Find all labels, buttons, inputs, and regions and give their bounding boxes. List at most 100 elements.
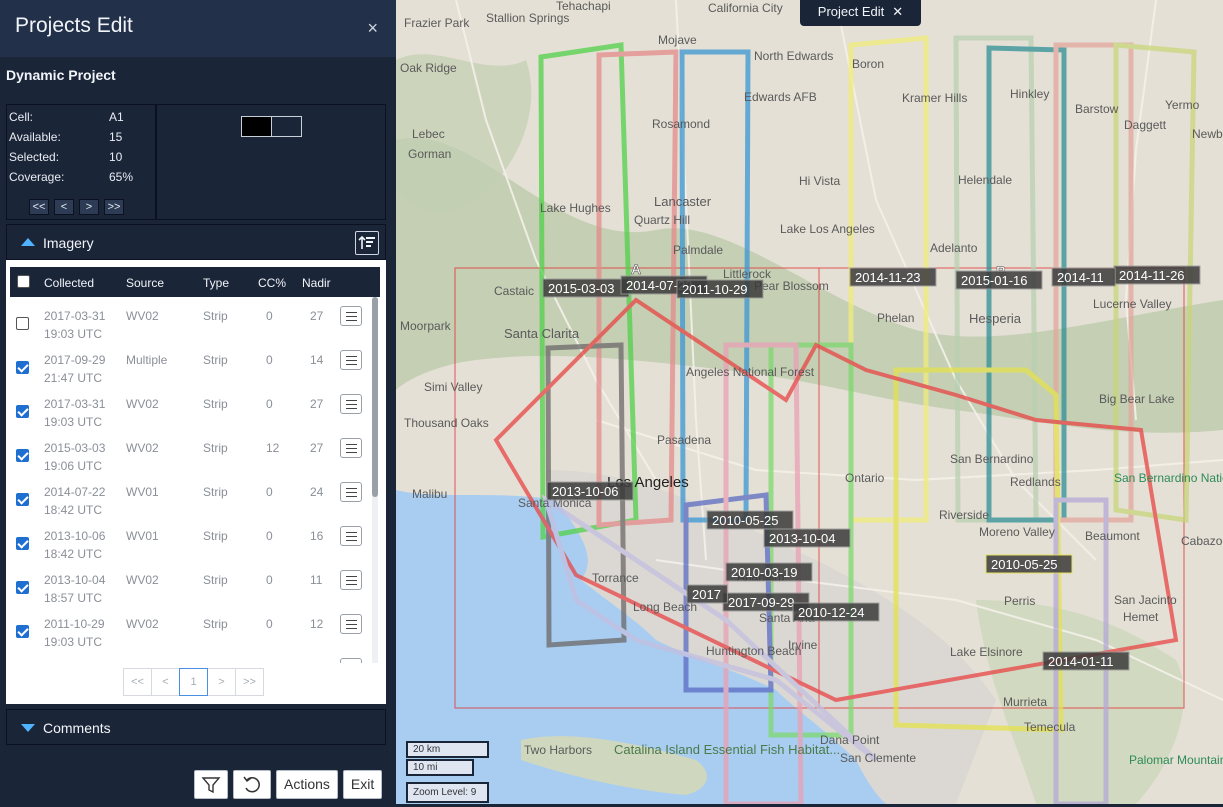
table-row[interactable]: 2017-03-31 19:03 UTC WV02 Strip 0 27 — [10, 387, 374, 431]
footprint-date-label[interactable]: 2010-03-19 — [725, 562, 813, 582]
footprint-date-label[interactable]: 2010-12-24 — [792, 602, 880, 622]
footprint-date-label[interactable]: 2014-11-23 — [849, 267, 937, 287]
row-menu-button[interactable] — [340, 394, 362, 414]
footprint-label-text: 2013-10-06 — [552, 484, 619, 499]
footprint-date-label[interactable]: 2010-05-25 — [985, 554, 1073, 574]
col-collected[interactable]: Collected — [44, 276, 94, 290]
reset-button[interactable] — [233, 770, 271, 799]
place-label: Temecula — [1024, 720, 1076, 734]
scale-mi: 10 mi — [406, 759, 474, 776]
col-cc[interactable]: CC% — [258, 276, 286, 290]
place-label: Castaic — [494, 284, 534, 298]
grid-cell[interactable] — [271, 116, 302, 137]
table-row[interactable]: 2013-10-06 18:42 UTC WV01 Strip 0 16 — [10, 519, 374, 563]
collected-time: 19:03 UTC — [44, 327, 103, 341]
cc-cell: 12 — [266, 441, 280, 455]
footprint-date-label[interactable]: 2010-05-25 — [706, 510, 794, 530]
row-menu-button[interactable] — [340, 438, 362, 458]
grid-cell-selected[interactable] — [241, 116, 272, 137]
cc-cell: 0 — [266, 529, 273, 543]
next-cell-button[interactable]: > — [79, 199, 99, 215]
row-menu-button[interactable] — [340, 482, 362, 502]
close-icon[interactable]: × — [367, 18, 378, 39]
filter-button[interactable] — [194, 770, 228, 799]
table-row[interactable]: 2017-09-29 21:47 UTC Multiple Strip 0 14 — [10, 343, 374, 387]
map-canvas[interactable]: Tehachapi California City Stallion Sprin… — [396, 0, 1223, 804]
footprint-date-label[interactable]: 2013-10-06 — [546, 481, 634, 501]
row-checkbox[interactable] — [16, 625, 29, 638]
col-type[interactable]: Type — [203, 276, 229, 290]
prev-page-button[interactable]: < — [151, 668, 180, 696]
table-row[interactable]: 2014-07-22 18:42 UTC WV01 Strip 0 24 — [10, 475, 374, 519]
footprint-date-label[interactable]: 2015-01-16 — [955, 270, 1043, 290]
place-label: Big Bear Lake — [1099, 392, 1175, 406]
place-label: Gorman — [408, 147, 451, 161]
chip-label: Project Edit — [817, 4, 885, 19]
scrollbar-thumb[interactable] — [372, 297, 378, 497]
footprint-date-label[interactable]: 2015-03-03 — [542, 278, 630, 298]
footprint-date-label[interactable]: 2014-01-11 — [1042, 651, 1130, 671]
place-label: Newberry — [1192, 127, 1223, 141]
last-cell-button[interactable]: >> — [104, 199, 124, 215]
collected-date: 2015-03-03 — [44, 441, 106, 455]
row-checkbox[interactable] — [16, 581, 29, 594]
footprint-date-label[interactable]: 2014-11-26 — [1113, 265, 1201, 285]
type-cell: Strip — [203, 353, 228, 367]
row-checkbox[interactable] — [16, 493, 29, 506]
footprint-date-label[interactable]: 2013-10-04 — [763, 528, 851, 548]
row-menu-button[interactable] — [340, 306, 362, 326]
last-page-button[interactable]: >> — [235, 668, 264, 696]
footprint-label-text: 2010-05-25 — [991, 557, 1058, 572]
place-label: Hi Vista — [799, 174, 840, 188]
place-label: North Edwards — [754, 49, 833, 63]
place-label: Catalina Island Essential Fish Habitat..… — [614, 742, 840, 757]
sort-icon[interactable] — [355, 231, 379, 255]
exit-button[interactable]: Exit — [342, 770, 383, 799]
footprint-date-label[interactable]: 2017 — [686, 584, 728, 604]
table-scrollbar[interactable] — [372, 297, 378, 663]
table-row[interactable]: 2017-03-31 19:03 UTC WV02 Strip 0 27 — [10, 299, 374, 343]
page-1-button[interactable]: 1 — [179, 668, 208, 696]
row-menu-button[interactable] — [340, 526, 362, 546]
footprint-date-label[interactable]: 2014-11 — [1051, 267, 1116, 287]
table-row[interactable]: 2015-03-03 19:06 UTC WV02 Strip 12 27 — [10, 431, 374, 475]
cell-grid-preview — [156, 104, 386, 220]
grid-label-a: A — [631, 261, 641, 277]
first-cell-button[interactable]: << — [29, 199, 49, 215]
row-checkbox[interactable] — [16, 449, 29, 462]
col-source[interactable]: Source — [126, 276, 164, 290]
prev-cell-button[interactable]: < — [54, 199, 74, 215]
table-row[interactable]: 2011-10-29 19:03 UTC WV02 Strip 0 12 — [10, 607, 374, 651]
imagery-section-header[interactable]: Imagery — [6, 224, 386, 260]
footprint-label-text: 2011-10-29 — [682, 282, 748, 297]
type-cell: Strip — [203, 573, 228, 587]
select-all-checkbox[interactable] — [17, 275, 30, 288]
row-checkbox[interactable] — [16, 537, 29, 550]
row-checkbox[interactable] — [16, 317, 29, 330]
row-menu-button[interactable] — [340, 614, 362, 634]
next-page-button[interactable]: > — [207, 668, 236, 696]
row-checkbox[interactable] — [16, 361, 29, 374]
type-cell: Strip — [203, 309, 228, 323]
available-value: 15 — [109, 130, 123, 144]
collected-date: 2014-07-22 — [44, 485, 106, 499]
row-checkbox[interactable] — [16, 405, 29, 418]
map-view[interactable]: Tehachapi California City Stallion Sprin… — [396, 0, 1223, 804]
table-row[interactable]: 2013-10-04 18:57 UTC WV02 Strip 0 11 — [10, 563, 374, 607]
type-cell: Strip — [203, 617, 228, 631]
row-menu-button[interactable] — [340, 350, 362, 370]
comments-section-header[interactable]: Comments — [6, 709, 386, 745]
actions-button[interactable]: Actions — [276, 770, 338, 799]
first-page-button[interactable]: << — [123, 668, 152, 696]
col-nadir[interactable]: Nadir — [302, 276, 331, 290]
place-label: California City — [708, 1, 783, 15]
close-icon[interactable]: ✕ — [892, 4, 903, 19]
row-menu-button[interactable] — [340, 658, 362, 663]
footprint-date-label[interactable]: 2011-10-29 — [676, 279, 764, 299]
row-menu-button[interactable] — [340, 570, 362, 590]
table-body: 2017-03-31 19:03 UTC WV02 Strip 0 27 2017-09-2… — [10, 297, 374, 663]
project-edit-chip: Project Edit ✕ — [800, 0, 921, 26]
table-row[interactable] — [10, 651, 374, 663]
footprint-label-text: 2017-09-29 — [728, 595, 795, 610]
collected-date: 2017-09-29 — [44, 353, 106, 367]
